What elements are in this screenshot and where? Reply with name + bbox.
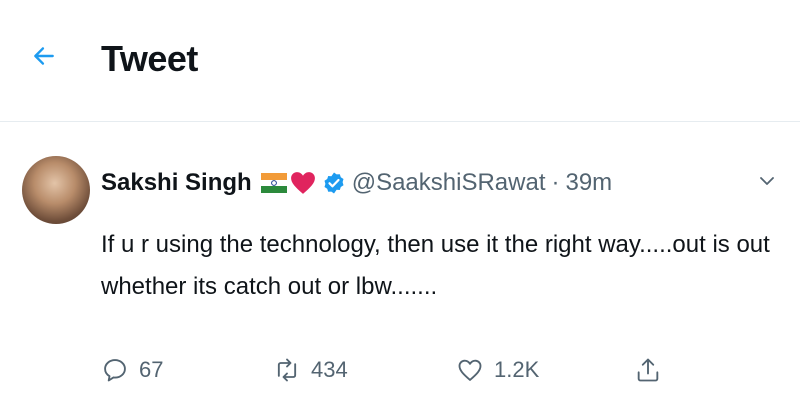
reply-count: 67 bbox=[139, 357, 164, 382]
tweet-timestamp[interactable]: 39m bbox=[565, 169, 612, 197]
retweet-icon bbox=[277, 358, 297, 382]
reply-icon bbox=[104, 359, 126, 382]
page-header: Tweet bbox=[0, 0, 800, 122]
page-title: Tweet bbox=[101, 38, 198, 79]
more-options-button[interactable] bbox=[752, 166, 782, 196]
tweet-author-row: Sakshi Singh @SaakshiSRawat · 39m bbox=[101, 166, 612, 200]
separator-dot: · bbox=[551, 169, 560, 196]
retweet-button[interactable]: 434 bbox=[273, 350, 348, 390]
red-heart-emoji bbox=[290, 172, 315, 194]
arrow-left-icon bbox=[34, 47, 54, 65]
india-flag-emoji bbox=[260, 173, 287, 193]
heart-icon bbox=[458, 359, 482, 381]
tweet-actions: 67 434 1.2K bbox=[101, 350, 681, 390]
tweet-text: If u r using the technology, then use it… bbox=[101, 231, 770, 300]
like-button[interactable]: 1.2K bbox=[456, 350, 539, 390]
retweet-count: 434 bbox=[311, 357, 348, 382]
chevron-down-icon bbox=[760, 177, 774, 185]
reply-button[interactable]: 67 bbox=[101, 350, 163, 390]
like-count: 1.2K bbox=[494, 357, 540, 382]
display-name[interactable]: Sakshi Singh bbox=[101, 169, 252, 197]
share-icon bbox=[637, 358, 659, 382]
share-button[interactable] bbox=[634, 350, 662, 390]
avatar[interactable] bbox=[22, 156, 90, 224]
back-button[interactable] bbox=[24, 36, 64, 76]
verified-badge-icon bbox=[324, 172, 344, 194]
tweet: Sakshi Singh @SaakshiSRawat · 39m If u r… bbox=[0, 128, 800, 420]
user-handle[interactable]: @SaakshiSRawat bbox=[352, 169, 546, 197]
